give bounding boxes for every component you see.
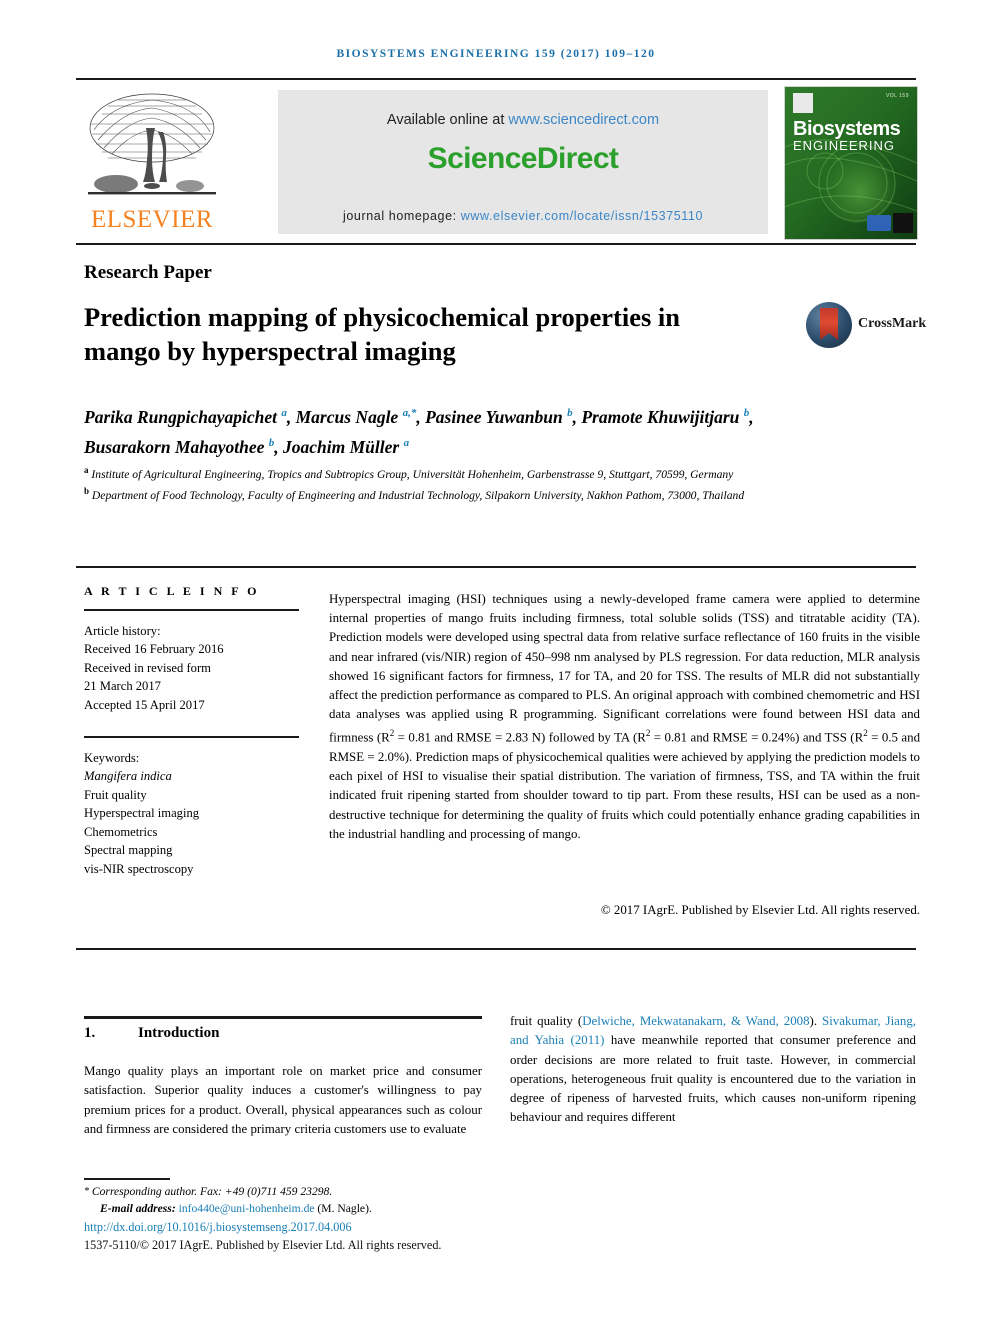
asterisk-icon: * xyxy=(84,1186,89,1197)
paper-page: BIOSYSTEMS ENGINEERING 159 (2017) 109–12… xyxy=(0,0,992,1323)
keywords-rule xyxy=(84,736,299,738)
elsevier-wordmark: ELSEVIER xyxy=(90,206,214,233)
author-list: Parika Rungpichayapichet a, Marcus Nagle… xyxy=(84,406,754,457)
keywords-block: Keywords: Mangifera indica Fruit quality… xyxy=(84,749,299,879)
footnote-rule xyxy=(84,1178,170,1180)
keyword-item: vis-NIR spectroscopy xyxy=(84,861,194,876)
introduction-rule xyxy=(84,1016,482,1019)
email-line: E-mail address: info440e@uni-hohenheim.d… xyxy=(100,1201,604,1218)
available-online-text: Available online at xyxy=(386,112,509,128)
affiliation-b: b Department of Food Technology, Faculty… xyxy=(84,486,745,503)
sciencedirect-link[interactable]: www.sciencedirect.com xyxy=(508,112,659,128)
keyword-item: Spectral mapping xyxy=(84,843,173,857)
crossmark-ribbon-icon xyxy=(820,308,838,340)
article-history: Article history: Received 16 February 20… xyxy=(84,622,299,715)
email-label: E-mail address: xyxy=(100,1201,176,1215)
top-rule xyxy=(76,78,916,80)
abstract-top-rule xyxy=(76,566,916,568)
article-info-heading: A R T I C L E I N F O xyxy=(84,584,260,598)
keyword-item: Fruit quality xyxy=(84,787,147,802)
cover-publisher-badge xyxy=(793,93,813,113)
doi-link[interactable]: http://dx.doi.org/10.1016/j.biosystemsen… xyxy=(84,1220,352,1234)
cover-qr-logo xyxy=(893,213,913,233)
cover-title: Biosystems ENGINEERING xyxy=(793,119,911,153)
body-column-left: Mango quality plays an important role on… xyxy=(84,1064,482,1136)
footnote-block: * Corresponding author. Fax: +49 (0)711 … xyxy=(84,1184,604,1253)
keyword-item: Chemometrics xyxy=(84,824,158,839)
crossmark-badge[interactable]: CrossMark xyxy=(806,302,926,350)
introduction-title: Introduction xyxy=(138,1025,220,1041)
journal-homepage-line: journal homepage: www.elsevier.com/locat… xyxy=(278,209,768,223)
abstract-bottom-rule xyxy=(76,948,916,950)
elsevier-tree-icon xyxy=(88,93,216,195)
doi-line[interactable]: http://dx.doi.org/10.1016/j.biosystemsen… xyxy=(84,1219,604,1236)
corresponding-author-note: * Corresponding author. Fax: +49 (0)711 … xyxy=(84,1184,604,1201)
affiliation-a-text: Institute of Agricultural Engineering, T… xyxy=(91,467,734,481)
journal-homepage-link[interactable]: www.elsevier.com/locate/issn/15375110 xyxy=(461,209,703,223)
article-history-label: Article history: xyxy=(84,623,161,638)
keywords-label: Keywords: xyxy=(84,750,140,765)
masthead-bottom-rule xyxy=(76,243,916,245)
corresponding-author-text: Corresponding author. Fax: +49 (0)711 45… xyxy=(91,1185,333,1198)
available-online-line: Available online at www.sciencedirect.co… xyxy=(278,112,768,128)
journal-cover-thumbnail: VOL 159 Biosystems ENGINEERING xyxy=(784,86,918,240)
cover-society-logo xyxy=(867,215,891,231)
abstract-copyright: © 2017 IAgrE. Published by Elsevier Ltd.… xyxy=(600,903,920,917)
introduction-number: 1. xyxy=(84,1025,96,1041)
journal-masthead: ELSEVIER Available online at www.science… xyxy=(76,86,918,240)
article-section-type: Research Paper xyxy=(84,262,212,283)
page-title: Prediction mapping of physicochemical pr… xyxy=(84,302,681,366)
article-received: Received 16 February 2016 xyxy=(84,642,224,656)
article-revised-label: Received in revised form xyxy=(84,660,211,675)
journal-homepage-label: journal homepage: xyxy=(342,209,461,223)
abstract-text: Hyperspectral imaging (HSI) techniques u… xyxy=(329,592,921,841)
cover-title-line2: ENGINEERING xyxy=(793,138,896,153)
crossmark-icon xyxy=(806,302,852,348)
affiliations: a Institute of Agricultural Engineering,… xyxy=(84,462,804,505)
article-info-panel: A R T I C L E I N F O Article history: R… xyxy=(84,584,299,878)
email-link[interactable]: info440e@uni-hohenheim.de xyxy=(179,1202,315,1215)
running-head: BIOSYSTEMS ENGINEERING 159 (2017) 109–12… xyxy=(336,48,656,60)
crossmark-label: CrossMark xyxy=(858,316,927,331)
sciencedirect-band: Available online at www.sciencedirect.co… xyxy=(278,90,768,234)
keyword-item: Mangifera indica xyxy=(84,769,172,783)
affiliation-a: a Institute of Agricultural Engineering,… xyxy=(84,465,734,481)
issn-copyright-line: 1537-5110/© 2017 IAgrE. Published by Els… xyxy=(84,1237,442,1252)
body-column-right: fruit quality (Delwiche, Mekwatanakarn, … xyxy=(510,1014,916,1125)
article-accepted: Accepted 15 April 2017 xyxy=(84,697,205,712)
cover-title-line1: Biosystems xyxy=(793,118,901,140)
elsevier-logo: ELSEVIER xyxy=(76,86,226,238)
email-owner: (M. Nagle). xyxy=(317,1201,372,1215)
article-revised-date: 21 March 2017 xyxy=(84,679,161,693)
keyword-item: Hyperspectral imaging xyxy=(84,806,200,820)
sciencedirect-logo: ScienceDirect xyxy=(427,142,619,175)
cover-issue-text: VOL 159 xyxy=(885,93,909,99)
article-info-rule xyxy=(84,609,299,611)
affiliation-b-text: Department of Food Technology, Faculty o… xyxy=(91,489,745,503)
